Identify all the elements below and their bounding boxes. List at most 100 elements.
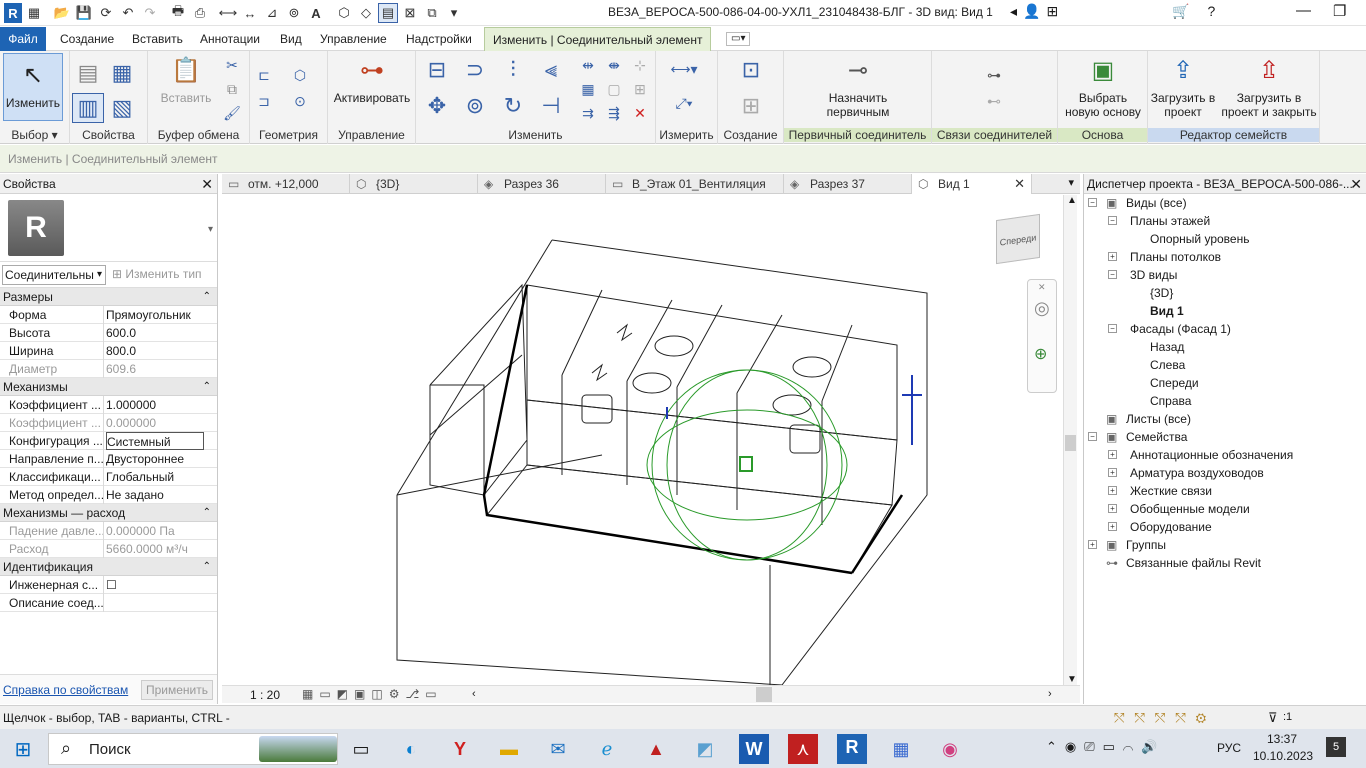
3d-view-icon[interactable]: ⬡ [334, 3, 354, 23]
yandex-icon[interactable]: Y [445, 734, 475, 764]
property-row[interactable]: Инженерная с... ☐ [0, 576, 217, 594]
trim-multi-icon[interactable]: ⇶ [604, 103, 624, 123]
property-value[interactable]: 609.6 [106, 360, 204, 378]
activate-button[interactable]: ⊶ Активировать [332, 55, 412, 106]
explorer-icon[interactable]: ▬ [494, 734, 524, 764]
property-value[interactable] [106, 594, 204, 612]
set-primary-button[interactable]: ⊸ Назначить первичным [812, 55, 904, 120]
tree-expand-toggle[interactable]: + [1108, 450, 1117, 459]
tree-expand-toggle[interactable]: + [1108, 522, 1117, 531]
pick-base-button[interactable]: ▣ Выбрать новую основу [1062, 55, 1144, 120]
selection-options-icons[interactable]: ⤲⤲⤲⤲⚙ [1114, 710, 1216, 726]
tree-node[interactable]: {3D} [1150, 284, 1173, 302]
split-icon[interactable]: ⇹ [578, 55, 598, 75]
property-group-header[interactable]: Механизмы — расход ⌃ [0, 504, 217, 522]
property-row[interactable]: Описание соед... [0, 594, 217, 612]
type-properties-icon[interactable]: ▤ [72, 57, 104, 89]
property-row[interactable]: Падение давле... 0.000000 Па [0, 522, 217, 540]
tree-expand-toggle[interactable]: − [1088, 432, 1097, 441]
chevron-down-icon[interactable]: ▾ [208, 224, 213, 235]
properties-help-link[interactable]: Справка по свойствам [3, 683, 128, 697]
property-value[interactable]: Не задано [106, 486, 204, 504]
tree-expand-toggle[interactable]: + [1108, 252, 1117, 261]
property-row[interactable]: Расход 5660.0000 м³/ч [0, 540, 217, 558]
panel-label-select[interactable]: Выбор ▾ [0, 128, 69, 142]
type-selector-preview[interactable]: R ▾ [0, 194, 217, 262]
pin-icon[interactable]: ⊹ [630, 55, 650, 75]
steering-wheel-icon[interactable]: ◎ [1034, 298, 1050, 319]
property-value[interactable]: 0.000000 Па [106, 522, 204, 540]
family-category-icon[interactable]: ▧ [106, 93, 138, 123]
property-value[interactable]: ☐ [106, 576, 204, 594]
tag-icon[interactable]: ⊚ [284, 3, 304, 23]
tree-node[interactable]: Виды (все) [1126, 194, 1187, 212]
copy-icon[interactable]: ⧉ [222, 79, 242, 99]
tree-node[interactable]: Слева [1150, 356, 1185, 374]
trim-icon[interactable]: ⊣ [536, 91, 566, 121]
close-icon[interactable]: ✕ [1038, 282, 1046, 293]
measure-icon[interactable]: ⟷ [218, 3, 238, 23]
align-icon[interactable]: ⊟ [422, 55, 452, 85]
tree-expand-toggle[interactable]: + [1108, 468, 1117, 477]
apply-button[interactable]: Применить [141, 680, 213, 700]
switch-windows-icon[interactable]: ⧉ [422, 3, 442, 23]
close-icon[interactable]: ✕ [1350, 174, 1362, 194]
wall-joins-icon[interactable]: ⊙ [290, 91, 310, 111]
tree-expand-toggle[interactable]: + [1108, 486, 1117, 495]
autocad-icon[interactable]: ▲ [641, 734, 671, 764]
cope-icon[interactable]: ⊏ [254, 65, 274, 85]
tree-node[interactable]: Опорный уровень [1150, 230, 1249, 248]
edge-icon[interactable]: ◐ [396, 734, 426, 764]
scroll-thumb[interactable] [1065, 435, 1076, 451]
property-value[interactable]: Глобальный [106, 468, 204, 486]
tab-view[interactable]: Вид [272, 27, 310, 51]
family-types-icon[interactable]: ▦ [106, 57, 138, 89]
tab-create[interactable]: Создание [52, 27, 122, 51]
filter-icon[interactable]: ⊽ [1268, 710, 1278, 726]
join-icon[interactable]: ⊐ [254, 91, 274, 111]
minimize-icon[interactable]: — [1296, 2, 1311, 20]
property-value[interactable]: Прямоугольник [106, 306, 204, 324]
tree-expand-toggle[interactable]: − [1108, 270, 1117, 279]
panel-toggle-icon[interactable]: ▭▾ [726, 32, 751, 46]
dimension-icon[interactable]: ↔ [240, 3, 260, 23]
property-row[interactable]: Коэффициент ... 1.000000 [0, 396, 217, 414]
link-connectors-icon[interactable]: ⊶ [984, 65, 1004, 85]
tree-node[interactable]: Спереди [1150, 374, 1199, 392]
property-value[interactable]: 5660.0000 м³/ч [106, 540, 204, 558]
task-view-icon[interactable]: ▭ [346, 734, 376, 764]
tree-expand-toggle[interactable]: − [1108, 216, 1117, 225]
viewcube[interactable]: Спереди [996, 213, 1040, 265]
maximize-icon[interactable]: ❐ [1333, 2, 1346, 20]
ie-icon[interactable]: ℯ [592, 734, 622, 764]
revit-logo-icon[interactable]: R [4, 3, 22, 23]
tree-expand-toggle[interactable]: + [1088, 540, 1097, 549]
3d-viewport[interactable]: Спереди ✕ ◎ ⊕ [222, 195, 1062, 686]
print-icon[interactable]: 🖶 [168, 3, 188, 23]
word-icon[interactable]: W [739, 734, 769, 764]
modify-button[interactable]: ↖ Изменить [3, 53, 63, 121]
notification-badge[interactable]: 5 [1326, 737, 1346, 757]
tab-manage[interactable]: Управление [312, 27, 395, 51]
scroll-right-icon[interactable]: › [1048, 688, 1052, 700]
tree-node[interactable]: Назад [1150, 338, 1184, 356]
move-icon[interactable]: ✥ [422, 91, 452, 121]
view-tab[interactable]: ⬡ Вид 1 ✕ [912, 174, 1032, 194]
undo-icon[interactable]: ↶ [118, 3, 138, 23]
start-icon[interactable]: ⊞ [8, 734, 38, 764]
tab-file[interactable]: Файл [0, 27, 46, 51]
property-group-header[interactable]: Механизмы ⌃ [0, 378, 217, 396]
aligned-dimension-icon[interactable]: ⤢▾ [664, 93, 704, 113]
load-close-button[interactable]: ⇫ Загрузить в проект и закрыть [1220, 55, 1318, 120]
tab-insert[interactable]: Вставить [124, 27, 191, 51]
property-group-header[interactable]: Идентификация ⌃ [0, 558, 217, 576]
home-icon[interactable]: ▦ [24, 3, 44, 23]
tray-icons[interactable]: ⌃◉⎚▭⌒🔊 [1046, 739, 1165, 755]
paint-icon[interactable]: ◉ [935, 734, 965, 764]
language-indicator[interactable]: РУС [1217, 741, 1241, 755]
mirror-draw-icon[interactable]: ⫷ [536, 55, 566, 85]
horizontal-scroll-thumb[interactable] [756, 687, 772, 702]
unpin-icon[interactable]: ⊞ [630, 79, 650, 99]
tree-node[interactable]: Семейства [1126, 428, 1187, 446]
view-tab[interactable]: ▭ В_Этаж 01_Вентиляция [606, 174, 784, 194]
